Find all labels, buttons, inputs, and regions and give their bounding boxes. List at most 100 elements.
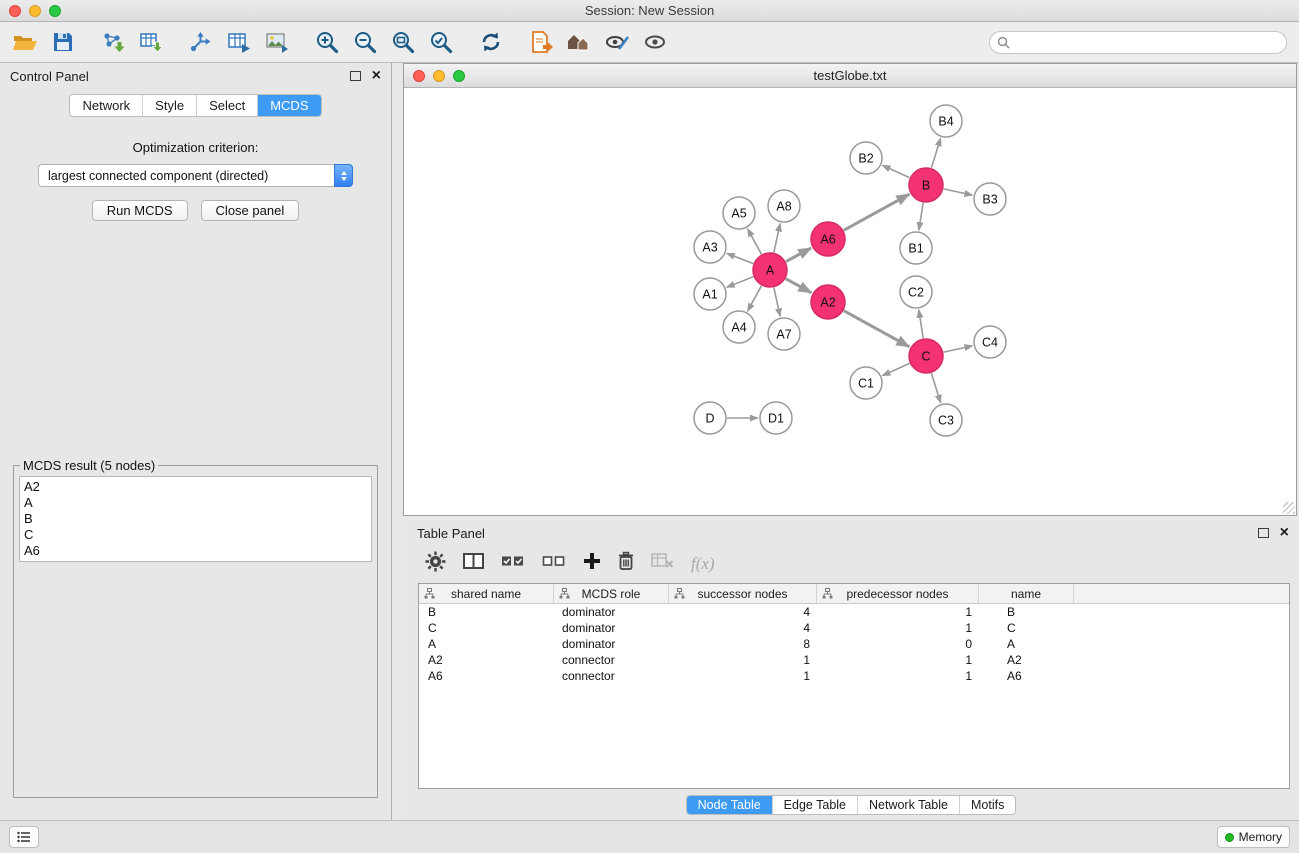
- list-item[interactable]: A6: [24, 543, 367, 559]
- graph-edge-A-A4[interactable]: [748, 286, 762, 311]
- cell-successor-nodes[interactable]: 4: [669, 605, 817, 619]
- graph-node-C2[interactable]: C2: [900, 276, 932, 308]
- graph-edge-B-B4[interactable]: [931, 138, 940, 168]
- zoom-selected-region-icon[interactable]: [426, 27, 456, 57]
- import-table-from-file-icon[interactable]: [136, 27, 166, 57]
- graph-edge-A-A6[interactable]: [786, 248, 811, 262]
- new-column-icon[interactable]: [583, 552, 601, 575]
- graph-edge-A-A8[interactable]: [774, 224, 780, 253]
- close-network-window-button[interactable]: [413, 70, 425, 82]
- graph-edge-B-B2[interactable]: [882, 165, 909, 177]
- graph-node-D1[interactable]: D1: [760, 402, 792, 434]
- cell-successor-nodes[interactable]: 1: [669, 653, 817, 667]
- graph-edge-A6-B[interactable]: [844, 194, 910, 230]
- tab-network[interactable]: Network: [70, 95, 143, 116]
- cell-mcds-role[interactable]: connector: [554, 669, 669, 683]
- column-header-shared-name[interactable]: shared name: [419, 584, 554, 603]
- graph-node-A1[interactable]: A1: [694, 278, 726, 310]
- tab-motifs[interactable]: Motifs: [960, 796, 1015, 814]
- open-session-icon[interactable]: [10, 27, 40, 57]
- graph-edge-A-A3[interactable]: [727, 253, 753, 263]
- graph-node-A5[interactable]: A5: [723, 197, 755, 229]
- table-row[interactable]: C dominator 4 1 C: [419, 620, 1289, 636]
- column-header-name[interactable]: name: [979, 584, 1074, 603]
- network-window-titlebar[interactable]: testGlobe.txt: [404, 64, 1296, 88]
- graph-edge-C-C2[interactable]: [919, 310, 923, 338]
- cell-shared-name[interactable]: B: [419, 605, 554, 619]
- delete-columns-icon[interactable]: [618, 551, 634, 576]
- network-canvas[interactable]: B4B2BB3A8A5A6A3B1AA1C2A2A4A7C4CC1C3DD1: [404, 88, 1296, 515]
- column-header-predecessor-nodes[interactable]: predecessor nodes: [817, 584, 979, 603]
- cell-predecessor-nodes[interactable]: 0: [817, 637, 979, 651]
- minimize-network-window-button[interactable]: [433, 70, 445, 82]
- cell-shared-name[interactable]: C: [419, 621, 554, 635]
- zoom-window-button[interactable]: [49, 5, 61, 17]
- list-item[interactable]: B: [24, 511, 367, 527]
- cell-shared-name[interactable]: A: [419, 637, 554, 651]
- new-table-icon[interactable]: [224, 27, 254, 57]
- cell-shared-name[interactable]: A2: [419, 653, 554, 667]
- cell-mcds-role[interactable]: connector: [554, 653, 669, 667]
- tab-select[interactable]: Select: [197, 95, 258, 116]
- task-history-button[interactable]: [9, 826, 39, 848]
- column-header-successor-nodes[interactable]: successor nodes: [669, 584, 817, 603]
- export-image-icon[interactable]: [262, 27, 292, 57]
- tab-style[interactable]: Style: [143, 95, 197, 116]
- column-header-mcds-role[interactable]: MCDS role: [554, 584, 669, 603]
- cell-name[interactable]: B: [979, 605, 1074, 619]
- minimize-window-button[interactable]: [29, 5, 41, 17]
- zoom-fit-content-icon[interactable]: [388, 27, 418, 57]
- graph-node-A4[interactable]: A4: [723, 311, 755, 343]
- cell-successor-nodes[interactable]: 1: [669, 669, 817, 683]
- function-builder-icon[interactable]: f(x): [691, 554, 715, 574]
- memory-button[interactable]: Memory: [1217, 826, 1290, 848]
- graph-node-B1[interactable]: B1: [900, 232, 932, 264]
- graph-node-C3[interactable]: C3: [930, 404, 962, 436]
- hide-graphics-details-icon[interactable]: [602, 27, 632, 57]
- cell-predecessor-nodes[interactable]: 1: [817, 669, 979, 683]
- cell-predecessor-nodes[interactable]: 1: [817, 605, 979, 619]
- delete-table-icon[interactable]: [651, 553, 674, 574]
- tab-mcds[interactable]: MCDS: [258, 95, 320, 116]
- graph-edge-A-A2[interactable]: [786, 279, 812, 293]
- close-window-button[interactable]: [9, 5, 21, 17]
- run-mcds-button[interactable]: Run MCDS: [92, 200, 188, 221]
- mcds-result-list[interactable]: A2 A B C A6: [19, 476, 372, 562]
- network-overview-icon[interactable]: [564, 27, 594, 57]
- show-graphics-details-icon[interactable]: [640, 27, 670, 57]
- table-row[interactable]: B dominator 4 1 B: [419, 604, 1289, 620]
- graph-edge-B-B1[interactable]: [919, 203, 923, 230]
- save-session-icon[interactable]: [48, 27, 78, 57]
- resize-grip[interactable]: [1283, 502, 1295, 514]
- graph-node-A8[interactable]: A8: [768, 190, 800, 222]
- search-input[interactable]: [989, 31, 1287, 54]
- graph-node-D[interactable]: D: [694, 402, 726, 434]
- graph-node-C[interactable]: C: [909, 339, 943, 373]
- graph-edge-A-A7[interactable]: [774, 288, 780, 317]
- graph-node-B4[interactable]: B4: [930, 105, 962, 137]
- cell-name[interactable]: C: [979, 621, 1074, 635]
- cell-predecessor-nodes[interactable]: 1: [817, 653, 979, 667]
- zoom-in-icon[interactable]: [312, 27, 342, 57]
- show-hide-columns-icon[interactable]: [463, 552, 484, 575]
- graph-edge-C-C1[interactable]: [882, 363, 909, 375]
- graph-edge-A2-C[interactable]: [844, 311, 910, 347]
- cell-mcds-role[interactable]: dominator: [554, 621, 669, 635]
- network-graph[interactable]: B4B2BB3A8A5A6A3B1AA1C2A2A4A7C4CC1C3DD1: [404, 88, 1296, 515]
- graph-edge-A-A5[interactable]: [748, 229, 762, 254]
- close-panel-button[interactable]: Close panel: [201, 200, 300, 221]
- graph-node-C1[interactable]: C1: [850, 367, 882, 399]
- apply-preferred-layout-icon[interactable]: [476, 27, 506, 57]
- cell-mcds-role[interactable]: dominator: [554, 637, 669, 651]
- float-table-panel-icon[interactable]: [1258, 528, 1269, 538]
- close-table-panel-icon[interactable]: ×: [1280, 525, 1289, 541]
- graph-node-B2[interactable]: B2: [850, 142, 882, 174]
- graph-edge-A-A1[interactable]: [727, 277, 754, 288]
- graph-node-B3[interactable]: B3: [974, 183, 1006, 215]
- graph-node-B[interactable]: B: [909, 168, 943, 202]
- cell-name[interactable]: A2: [979, 653, 1074, 667]
- import-network-from-file-icon[interactable]: [98, 27, 128, 57]
- graph-node-A7[interactable]: A7: [768, 318, 800, 350]
- tab-node-table[interactable]: Node Table: [687, 796, 773, 814]
- deselect-all-icon[interactable]: [542, 554, 566, 573]
